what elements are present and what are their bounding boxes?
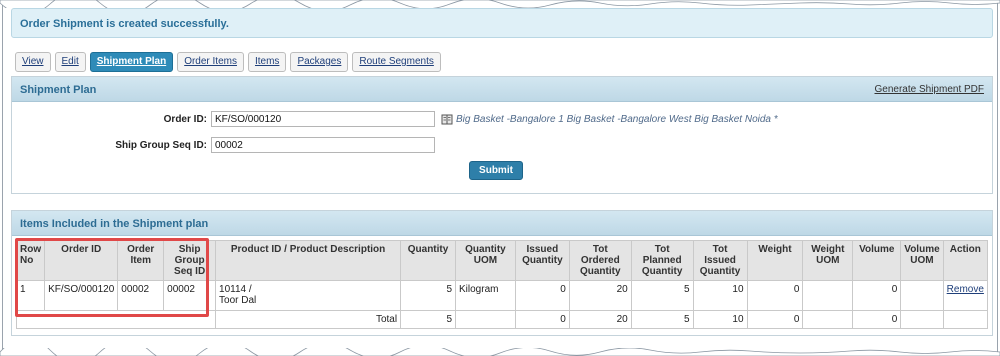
col-order-item: Order Item bbox=[117, 240, 165, 281]
product-desc: Toor Dal bbox=[219, 295, 257, 306]
cell-order-item: 00002 bbox=[117, 280, 165, 311]
order-id-row: Order ID: Big Basket -Bangalore 1 Big Ba… bbox=[103, 111, 778, 127]
total-tot-planned: 5 bbox=[630, 310, 694, 329]
shipment-plan-header: Shipment Plan Generate Shipment PDF bbox=[12, 77, 992, 102]
table-row: 1 KF/SO/000120 00002 00002 10114 / Toor … bbox=[15, 280, 989, 311]
cell-volume-uom bbox=[900, 280, 944, 311]
ship-group-row: Ship Group Seq ID: bbox=[103, 137, 435, 153]
cell-weight-uom bbox=[802, 280, 854, 311]
torn-edge-bottom bbox=[0, 348, 1000, 356]
col-ship-group: Ship Group Seq ID bbox=[163, 240, 217, 281]
shipment-plan-title: Shipment Plan bbox=[20, 84, 97, 96]
order-hint-text: Big Basket -Bangalore 1 Big Basket -Bang… bbox=[456, 113, 778, 125]
items-table-wrap: Row No Order ID Order Item Ship Group Se… bbox=[12, 236, 992, 329]
cell-weight: 0 bbox=[746, 280, 804, 311]
items-title: Items Included in the Shipment plan bbox=[20, 218, 209, 230]
order-id-label: Order ID: bbox=[163, 113, 207, 125]
cell-issued: 0 bbox=[514, 280, 570, 311]
cell-action: Remove bbox=[942, 280, 989, 311]
tab-packages[interactable]: Packages bbox=[290, 52, 349, 72]
ship-group-label: Ship Group Seq ID: bbox=[115, 139, 207, 151]
total-volume: 0 bbox=[852, 310, 902, 329]
torn-edge-top bbox=[0, 0, 1000, 8]
generate-pdf-link[interactable]: Generate Shipment PDF bbox=[875, 84, 985, 95]
cell-order-id: KF/SO/000120 bbox=[44, 280, 119, 311]
cell-quantity: 5 bbox=[400, 280, 456, 311]
col-action: Action bbox=[942, 240, 989, 281]
col-order-id: Order ID bbox=[44, 240, 119, 281]
total-row: Total 5 0 20 5 10 0 0 bbox=[15, 310, 989, 329]
cell-ship-group: 00002 bbox=[163, 280, 217, 311]
col-quantity-uom: Quantity UOM bbox=[455, 240, 516, 281]
remove-link[interactable]: Remove bbox=[947, 284, 984, 295]
col-issued-qty: Issued Quantity bbox=[514, 240, 570, 281]
cell-quantity-uom: Kilogram bbox=[455, 280, 516, 311]
total-action bbox=[942, 310, 989, 329]
tab-shipment-plan[interactable]: Shipment Plan bbox=[89, 52, 174, 72]
total-tot-issued: 10 bbox=[692, 310, 748, 329]
col-tot-issued: Tot Issued Quantity bbox=[692, 240, 748, 281]
col-row-no: Row No bbox=[15, 240, 46, 281]
tab-view[interactable]: View bbox=[15, 52, 51, 72]
total-weight-uom bbox=[802, 310, 854, 329]
total-weight: 0 bbox=[746, 310, 804, 329]
col-quantity: Quantity bbox=[400, 240, 456, 281]
tab-order-items[interactable]: Order Items bbox=[177, 52, 244, 72]
cell-tot-issued: 10 bbox=[692, 280, 748, 311]
submit-button[interactable]: Submit bbox=[469, 161, 523, 180]
table-header-row: Row No Order ID Order Item Ship Group Se… bbox=[15, 240, 989, 281]
success-message: Order Shipment is created successfully. bbox=[11, 8, 993, 38]
col-tot-ordered: Tot Ordered Quantity bbox=[568, 240, 632, 281]
total-tot-ordered: 20 bbox=[568, 310, 632, 329]
cell-volume: 0 bbox=[852, 280, 902, 311]
tab-items[interactable]: Items bbox=[247, 52, 287, 72]
total-blank bbox=[15, 310, 217, 329]
col-weight: Weight bbox=[746, 240, 804, 281]
tab-bar: View Edit Shipment Plan Order Items Item… bbox=[15, 52, 441, 72]
col-tot-planned: Tot Planned Quantity bbox=[630, 240, 694, 281]
col-volume: Volume bbox=[852, 240, 902, 281]
col-volume-uom: Volume UOM bbox=[900, 240, 944, 281]
total-issued: 0 bbox=[514, 310, 570, 329]
items-header: Items Included in the Shipment plan bbox=[12, 211, 992, 236]
order-hint: Big Basket -Bangalore 1 Big Basket -Bang… bbox=[441, 114, 778, 125]
total-quantity: 5 bbox=[400, 310, 456, 329]
items-panel: Items Included in the Shipment plan Row … bbox=[11, 210, 993, 336]
total-quantity-uom bbox=[455, 310, 516, 329]
cell-tot-ordered: 20 bbox=[568, 280, 632, 311]
total-volume-uom bbox=[900, 310, 944, 329]
col-weight-uom: Weight UOM bbox=[802, 240, 854, 281]
ship-group-input[interactable] bbox=[211, 137, 435, 153]
cell-tot-planned: 5 bbox=[630, 280, 694, 311]
tab-route-segments[interactable]: Route Segments bbox=[352, 52, 441, 72]
total-label: Total bbox=[215, 310, 402, 329]
items-table: Row No Order ID Order Item Ship Group Se… bbox=[15, 240, 989, 329]
book-icon bbox=[441, 114, 453, 124]
col-product: Product ID / Product Description bbox=[215, 240, 402, 281]
order-id-input[interactable] bbox=[211, 111, 435, 127]
tab-edit[interactable]: Edit bbox=[54, 52, 86, 72]
product-id: 10114 / bbox=[219, 284, 252, 295]
cell-product: 10114 / Toor Dal bbox=[215, 280, 402, 311]
cell-row-no: 1 bbox=[15, 280, 46, 311]
page-frame: Order Shipment is created successfully. … bbox=[2, 0, 998, 356]
